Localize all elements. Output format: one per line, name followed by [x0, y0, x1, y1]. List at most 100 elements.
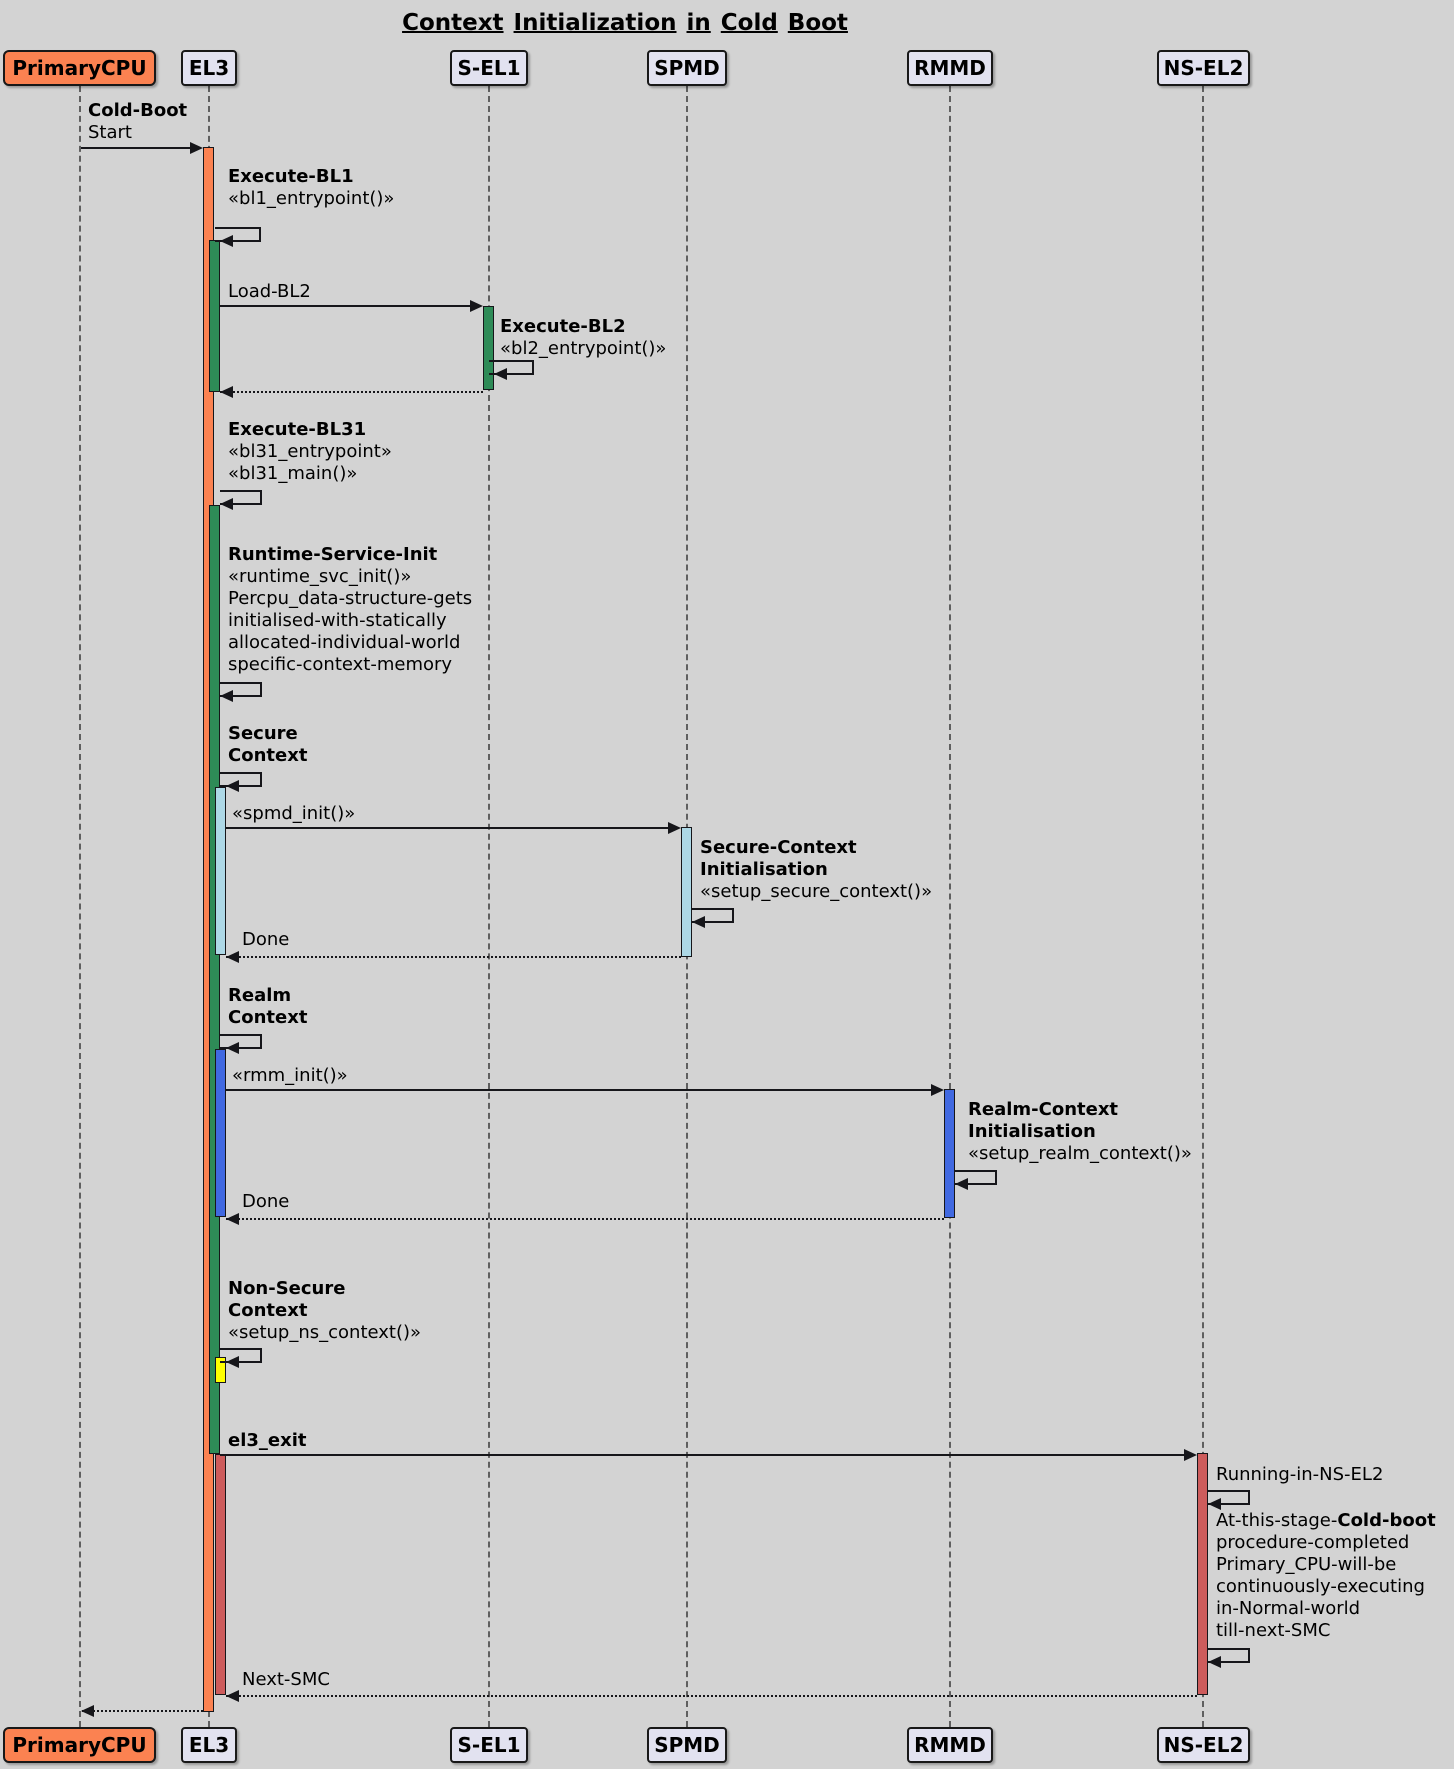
msg-spmd-init-label: «spmd_init()» [232, 803, 355, 825]
msg-rmm-init-arrowhead [931, 1084, 944, 1096]
msg-execute-bl1-label-1: Execute-BL1 [228, 166, 354, 188]
msg-secure-init-arrowhead [692, 916, 705, 928]
return-realm-done-arrowhead [226, 1213, 239, 1225]
msg-realm-init-label-2: Initialisation [968, 1121, 1096, 1143]
participant-rmmd-top: RMMD [907, 50, 993, 86]
msg-rmm-init-line [226, 1089, 932, 1091]
return-realm-done-label: Done [242, 1191, 289, 1213]
participant-label: NS-EL2 [1164, 1733, 1244, 1757]
msg-el3-exit-line [220, 1454, 1185, 1456]
return-secure-done-line [226, 956, 681, 958]
participant-primarycpu-bottom: PrimaryCPU [3, 1727, 156, 1763]
msg-coldboot-complete-label-4: continuously-executing [1216, 1576, 1425, 1598]
title-word: Boot [788, 10, 848, 36]
msg-realm-context-arrowhead [226, 1042, 239, 1054]
msg-execute-bl31-label-3: «bl31_main()» [228, 463, 357, 485]
msg-secure-context-label-1: Secure [228, 723, 298, 745]
participant-label: S-EL1 [457, 56, 520, 80]
msg-cold-boot-line [81, 147, 190, 149]
msg-ns-context-label-3: «setup_ns_context()» [228, 1322, 421, 1344]
msg-secure-init-label-1: Secure-Context [700, 837, 857, 859]
participant-spmd-bottom: SPMD [647, 1727, 727, 1763]
msg-running-ns-el2-label: Running-in-NS-EL2 [1216, 1464, 1383, 1486]
participant-label: EL3 [189, 56, 229, 80]
msg-runtime-svc-label-1: Runtime-Service-Init [228, 544, 437, 566]
msg-execute-bl31-label-2: «bl31_entrypoint» [228, 441, 392, 463]
msg-coldboot-complete-label-2: procedure-completed [1216, 1532, 1409, 1554]
msg-realm-init-label-1: Realm-Context [968, 1099, 1118, 1121]
activation-rmmd [944, 1089, 955, 1218]
participant-label: NS-EL2 [1164, 56, 1244, 80]
return-next-smc-line [226, 1695, 1197, 1697]
return-primarycpu-arrowhead [81, 1705, 94, 1717]
activation-spmd [681, 827, 692, 957]
msg-secure-context-label-2: Context [228, 745, 307, 767]
activation-el3-realm-context [215, 1049, 226, 1217]
participant-label: SPMD [654, 1733, 720, 1757]
participant-label: S-EL1 [457, 1733, 520, 1757]
return-next-smc-arrowhead [226, 1690, 239, 1702]
msg-runtime-svc-label-6: specific-context-memory [228, 654, 452, 676]
participant-s-el1-bottom: S-EL1 [450, 1727, 528, 1763]
msg-el3-exit-label: el3_exit [228, 1430, 307, 1452]
msg-runtime-svc-label-5: allocated-individual-world [228, 632, 460, 654]
return-primarycpu-line [82, 1710, 203, 1712]
msg-coldboot-complete-label-3: Primary_CPU-will-be [1216, 1554, 1396, 1576]
return-bl2-arrowhead [220, 386, 233, 398]
return-secure-done-arrowhead [226, 951, 239, 963]
msg-secure-init-label-2: Initialisation [700, 859, 828, 881]
activation-ns-el2 [1197, 1453, 1208, 1695]
msg-runtime-svc-label-2: «runtime_svc_init()» [228, 566, 411, 588]
participant-label: PrimaryCPU [12, 1733, 146, 1757]
activation-el3-secure-context [215, 787, 226, 955]
msg-execute-bl31-label-1: Execute-BL31 [228, 419, 366, 441]
diagram-title: ContextInitializationinColdBoot [0, 10, 1250, 36]
msg-coldboot-complete-label-6: till-next-SMC [1216, 1620, 1330, 1642]
msg-running-ns-el2-arrowhead [1208, 1498, 1221, 1510]
msg-realm-init-arrowhead [955, 1178, 968, 1190]
return-realm-done-line [226, 1218, 944, 1220]
msg-spmd-init-arrowhead [668, 822, 681, 834]
msg-realm-context-label-2: Context [228, 1007, 307, 1029]
activation-el3-bl31 [209, 505, 220, 1454]
participant-ns-el2-top: NS-EL2 [1157, 50, 1250, 86]
msg-el3-exit-arrowhead [1184, 1449, 1197, 1461]
msg-realm-context-label-1: Realm [228, 985, 291, 1007]
activation-el3-exit [215, 1454, 226, 1695]
return-next-smc-label: Next-SMC [242, 1669, 330, 1691]
msg-cold-boot-label-1: Cold-Boot [88, 100, 187, 122]
msg-cold-boot-label-2: Start [88, 122, 132, 144]
participant-label: RMMD [914, 1733, 986, 1757]
return-bl2-line [220, 391, 483, 393]
lifeline-primarycpu [79, 86, 81, 1727]
return-secure-done-label: Done [242, 929, 289, 951]
participant-label: EL3 [189, 1733, 229, 1757]
msg-secure-init-label-3: «setup_secure_context()» [700, 881, 932, 903]
participant-el3-top: EL3 [181, 50, 237, 86]
participant-s-el1-top: S-EL1 [450, 50, 528, 86]
msg-execute-bl31-arrowhead [220, 498, 233, 510]
msg-runtime-svc-label-3: Percpu_data-structure-gets [228, 588, 472, 610]
label-bold: Cold-boot [1337, 1510, 1435, 1531]
msg-ns-context-arrowhead [226, 1356, 239, 1368]
participant-ns-el2-bottom: NS-EL2 [1157, 1727, 1250, 1763]
participant-el3-bottom: EL3 [181, 1727, 237, 1763]
activation-s-el1-bl2 [483, 306, 494, 390]
activation-el3-bl1 [209, 240, 220, 392]
msg-coldboot-complete-label-1: At-this-stage-Cold-boot [1216, 1510, 1436, 1532]
msg-runtime-svc-label-4: initialised-with-statically [228, 610, 447, 632]
msg-secure-context-arrowhead [226, 780, 239, 792]
participant-primarycpu-top: PrimaryCPU [3, 50, 156, 86]
msg-spmd-init-line [226, 827, 669, 829]
lifeline-rmmd [949, 86, 951, 1727]
msg-load-bl2-line [220, 305, 471, 307]
msg-ns-context-label-2: Context [228, 1300, 307, 1322]
sequence-diagram: ContextInitializationinColdBoot PrimaryC… [0, 0, 1454, 1769]
msg-ns-context-label-1: Non-Secure [228, 1278, 345, 1300]
msg-cold-boot-arrowhead [190, 142, 203, 154]
label-normal: At-this-stage- [1216, 1510, 1337, 1531]
msg-load-bl2-arrowhead [470, 300, 483, 312]
title-word: Initialization [514, 10, 677, 36]
msg-coldboot-complete-label-5: in-Normal-world [1216, 1598, 1360, 1620]
msg-execute-bl2-arrowhead [494, 368, 507, 380]
